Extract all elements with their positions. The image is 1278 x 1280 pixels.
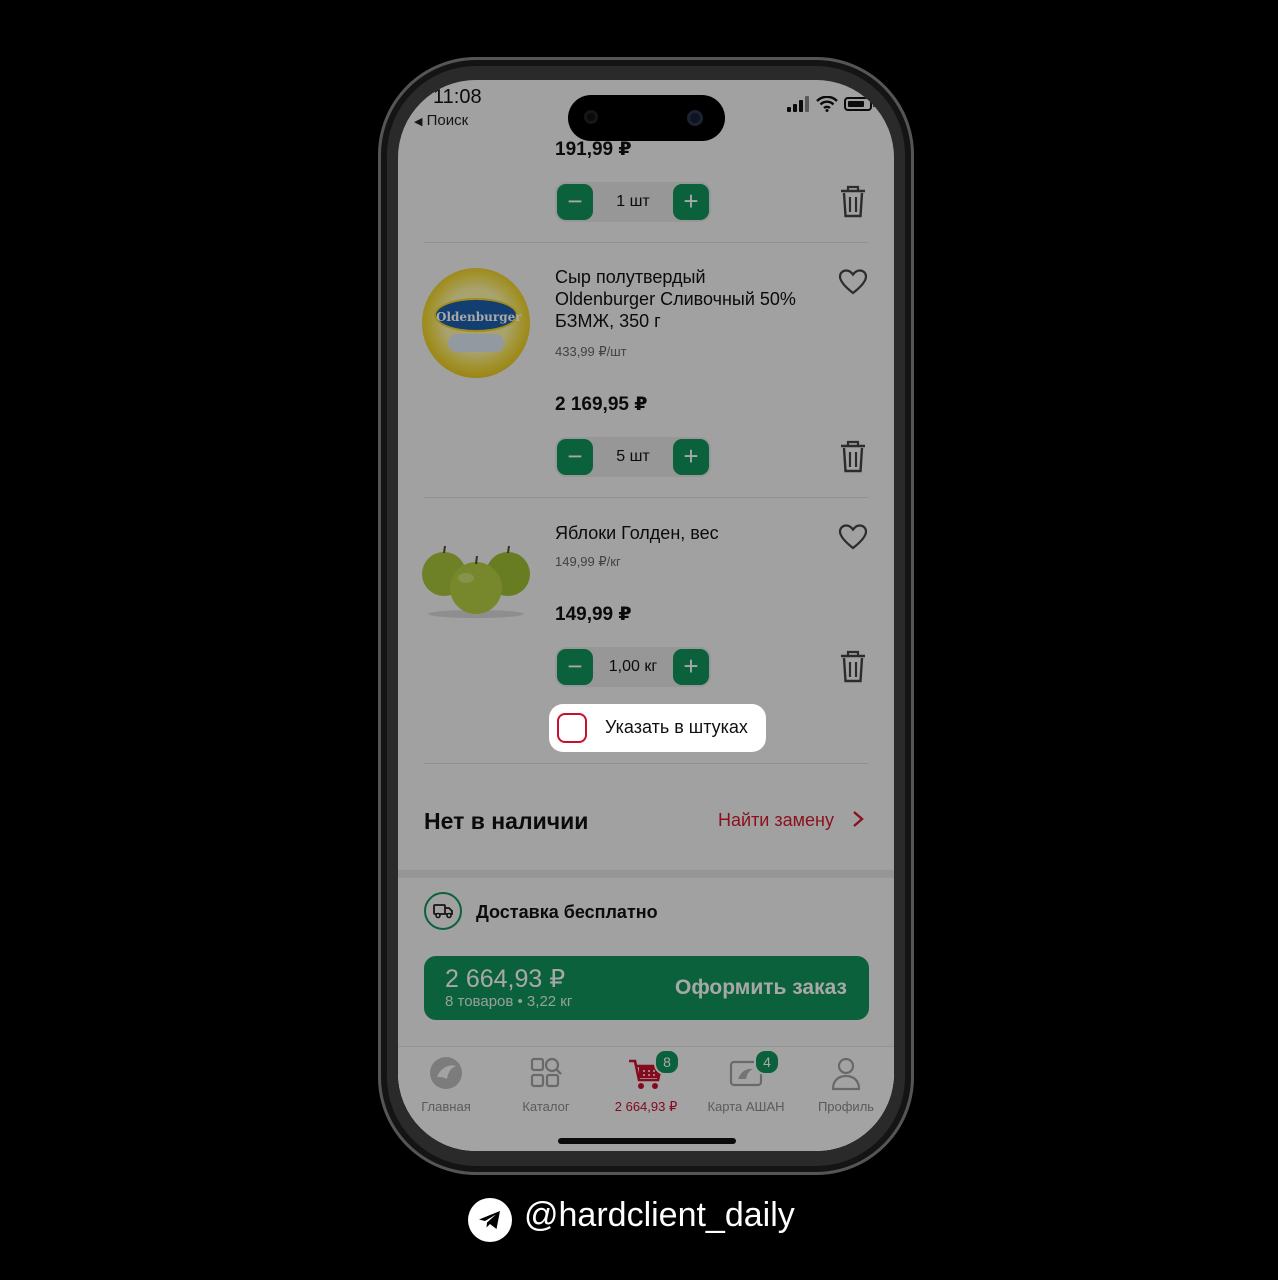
card-badge: 4 (754, 1049, 780, 1075)
section-divider (398, 870, 894, 878)
camera (687, 110, 703, 126)
delivery-text: Доставка бесплатно (476, 902, 658, 922)
home-indicator (558, 1138, 736, 1144)
decrease-button[interactable]: − (557, 649, 593, 685)
back-to-search-link[interactable]: ◀ Поиск (414, 112, 468, 129)
unit-price: 149,99 ₽/кг (555, 554, 621, 569)
product-title-line: БЗМЖ, 350 г (555, 311, 661, 331)
order-total: 2 664,93 ₽ (445, 965, 566, 993)
find-replacement-label: Найти замену (718, 810, 834, 830)
back-label: Поиск (426, 112, 469, 129)
dynamic-island (568, 95, 725, 141)
product-title-line: Oldenburger Сливочный 50% (555, 289, 796, 309)
favorite-heart-icon[interactable] (838, 268, 868, 296)
tab-label: Профиль (817, 1099, 875, 1114)
status-time: 11:08 (433, 86, 482, 108)
tab-label: Карта АШАН (707, 1099, 785, 1114)
signal-icon (787, 96, 809, 112)
profile-icon (826, 1053, 866, 1093)
increase-button[interactable]: + (673, 184, 709, 220)
delivery-truck-icon (424, 892, 462, 930)
tab-home[interactable]: Главная (401, 1053, 491, 1114)
tab-catalog[interactable]: Каталог (501, 1053, 591, 1114)
telegram-icon (468, 1198, 512, 1242)
cart-badge: 8 (654, 1049, 680, 1075)
tab-loyalty-card[interactable]: 4 Карта АШАН (701, 1049, 791, 1114)
sensor (584, 110, 598, 124)
tab-label: Каталог (522, 1099, 570, 1114)
tab-label: 2 664,93 ₽ (614, 1099, 678, 1114)
cart-icon: 8 (626, 1049, 680, 1093)
home-bird-icon (426, 1053, 466, 1093)
item-price: 2 169,95 ₽ (555, 394, 648, 415)
tab-label: Главная (421, 1099, 471, 1114)
out-of-stock-title: Нет в наличии (424, 808, 589, 834)
item-price: 191,99 ₽ (555, 139, 632, 160)
increase-button[interactable]: + (673, 649, 709, 685)
loyalty-card-icon: 4 (726, 1049, 780, 1093)
increase-button[interactable]: + (673, 439, 709, 475)
pieces-checkbox[interactable] (557, 713, 587, 743)
quantity-stepper: − 1,00 кг + (555, 647, 711, 687)
product-title[interactable]: Сыр полутвердый Oldenburger Сливочный 50… (555, 266, 830, 332)
trash-icon[interactable] (838, 440, 868, 474)
product-title[interactable]: Яблоки Голден, вес (555, 522, 719, 544)
pieces-checkbox-row[interactable]: Указать в штуках (549, 704, 766, 752)
favorite-heart-icon[interactable] (838, 523, 868, 551)
cheese-brand-label: Oldenburger (434, 298, 522, 332)
decrease-button[interactable]: − (557, 439, 593, 475)
tab-bar: Главная Каталог 8 2 664,93 ₽ 4 Карта АША… (398, 1046, 894, 1151)
product-image-cheese[interactable]: Oldenburger (422, 268, 530, 378)
quantity-value[interactable]: 5 шт (595, 437, 671, 477)
checkout-label: Оформить заказ (674, 976, 847, 999)
checkout-button[interactable]: 2 664,93 ₽ 8 товаров • 3,22 кг Оформить … (424, 956, 869, 1020)
trash-icon[interactable] (838, 185, 868, 219)
divider (424, 763, 868, 764)
unit-price: 433,99 ₽/шт (555, 344, 627, 359)
quantity-stepper: − 1 шт + (555, 182, 711, 222)
trash-icon[interactable] (838, 650, 868, 684)
tab-profile[interactable]: Профиль (801, 1053, 891, 1114)
back-arrow-icon: ◀ (414, 116, 423, 128)
decrease-button[interactable]: − (557, 184, 593, 220)
pieces-checkbox-label: Указать в штуках (605, 717, 748, 737)
catalog-search-icon (526, 1053, 566, 1093)
item-price: 149,99 ₽ (555, 604, 632, 625)
order-meta: 8 товаров • 3,22 кг (445, 993, 573, 1010)
product-title-line: Сыр полутвердый (555, 267, 706, 287)
quantity-value[interactable]: 1,00 кг (595, 647, 671, 687)
quantity-stepper: − 5 шт + (555, 437, 711, 477)
find-replacement-link[interactable]: Найти замену (718, 810, 865, 831)
quantity-value[interactable]: 1 шт (595, 182, 671, 222)
divider (424, 497, 868, 498)
wifi-icon (816, 96, 838, 112)
tab-cart[interactable]: 8 2 664,93 ₽ (601, 1049, 691, 1115)
cheese-label-band (448, 334, 504, 352)
divider (424, 242, 868, 243)
product-image-apples[interactable] (420, 538, 532, 618)
app-screen: 11:08 ◀ Поиск 191,99 ₽ − 1 шт + Oldenbur… (398, 80, 894, 1151)
battery-icon (844, 97, 875, 111)
channel-handle: @hardclient_daily (524, 1196, 795, 1234)
chevron-right-icon (853, 811, 865, 827)
